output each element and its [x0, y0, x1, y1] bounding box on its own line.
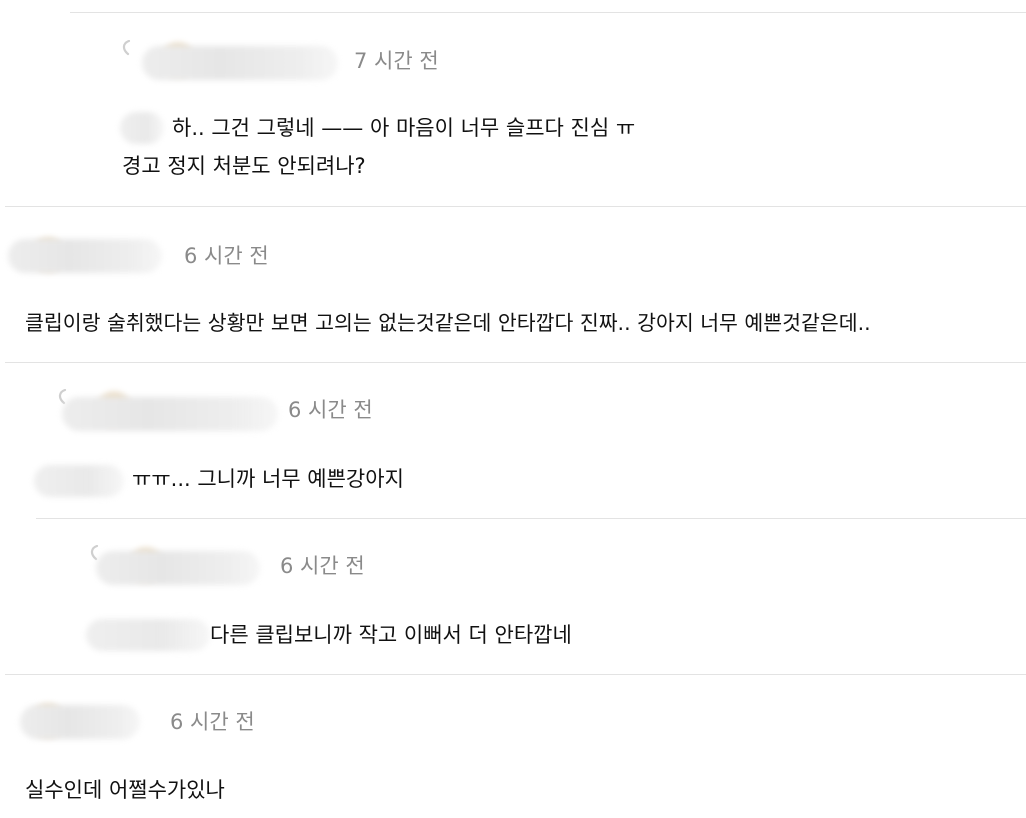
comment-timestamp: 7 시간 전: [354, 49, 439, 73]
comment-header: 6 시간 전: [8, 237, 408, 273]
comment-timestamp: 6 시간 전: [170, 710, 255, 734]
mention-blurred[interactable]: [34, 465, 124, 497]
username-blurred[interactable]: [96, 551, 260, 585]
comment: 6 시간 전 클립이랑 술취했다는 상황만 보면 고의는 없는것같은데 안타깝다…: [0, 207, 1026, 362]
comment-text: 다른 클립보니까 작고 이뻐서 더 안타깝네: [210, 623, 572, 647]
comment-text: ㅠㅠ... 그니까 너무 예쁜강아지: [132, 467, 404, 491]
comment-header: 6 시간 전: [88, 545, 488, 585]
comment-text: 실수인데 어쩔수가있나: [25, 778, 225, 802]
comment-reply: 7 시간 전 하.. 그건 그렇네 —— 아 마음이 너무 슬프다 진심 ㅠ 경…: [0, 0, 1026, 206]
username-blurred[interactable]: [8, 239, 162, 273]
comment: 6 시간 전 실수인데 어쩔수가있나: [0, 675, 1026, 818]
username-blurred[interactable]: [20, 705, 140, 739]
comment-text: 클립이랑 술취했다는 상황만 보면 고의는 없는것같은데 안타깝다 진짜.. 강…: [25, 311, 871, 335]
reply-arrow-icon: [122, 40, 131, 56]
mention-blurred[interactable]: [86, 619, 210, 651]
comment-reply: 6 시간 전 다른 클립보니까 작고 이뻐서 더 안타깝네: [0, 519, 1026, 674]
comment-timestamp: 6 시간 전: [184, 244, 269, 268]
comment-timestamp: 6 시간 전: [280, 554, 365, 578]
comment-reply: 6 시간 전 ㅠㅠ... 그니까 너무 예쁜강아지: [0, 363, 1026, 518]
comment-header: 7 시간 전: [120, 40, 520, 80]
comment-header: 6 시간 전: [20, 703, 420, 739]
username-blurred[interactable]: [142, 46, 338, 80]
comment-header: 6 시간 전: [56, 389, 456, 431]
comment-timestamp: 6 시간 전: [288, 398, 373, 422]
comment-text: 경고 정지 처분도 안되려나?: [122, 154, 366, 178]
mention-blurred[interactable]: [120, 112, 164, 144]
comment-text: 하.. 그건 그렇네 —— 아 마음이 너무 슬프다 진심 ㅠ: [172, 116, 636, 140]
username-blurred[interactable]: [62, 397, 278, 431]
